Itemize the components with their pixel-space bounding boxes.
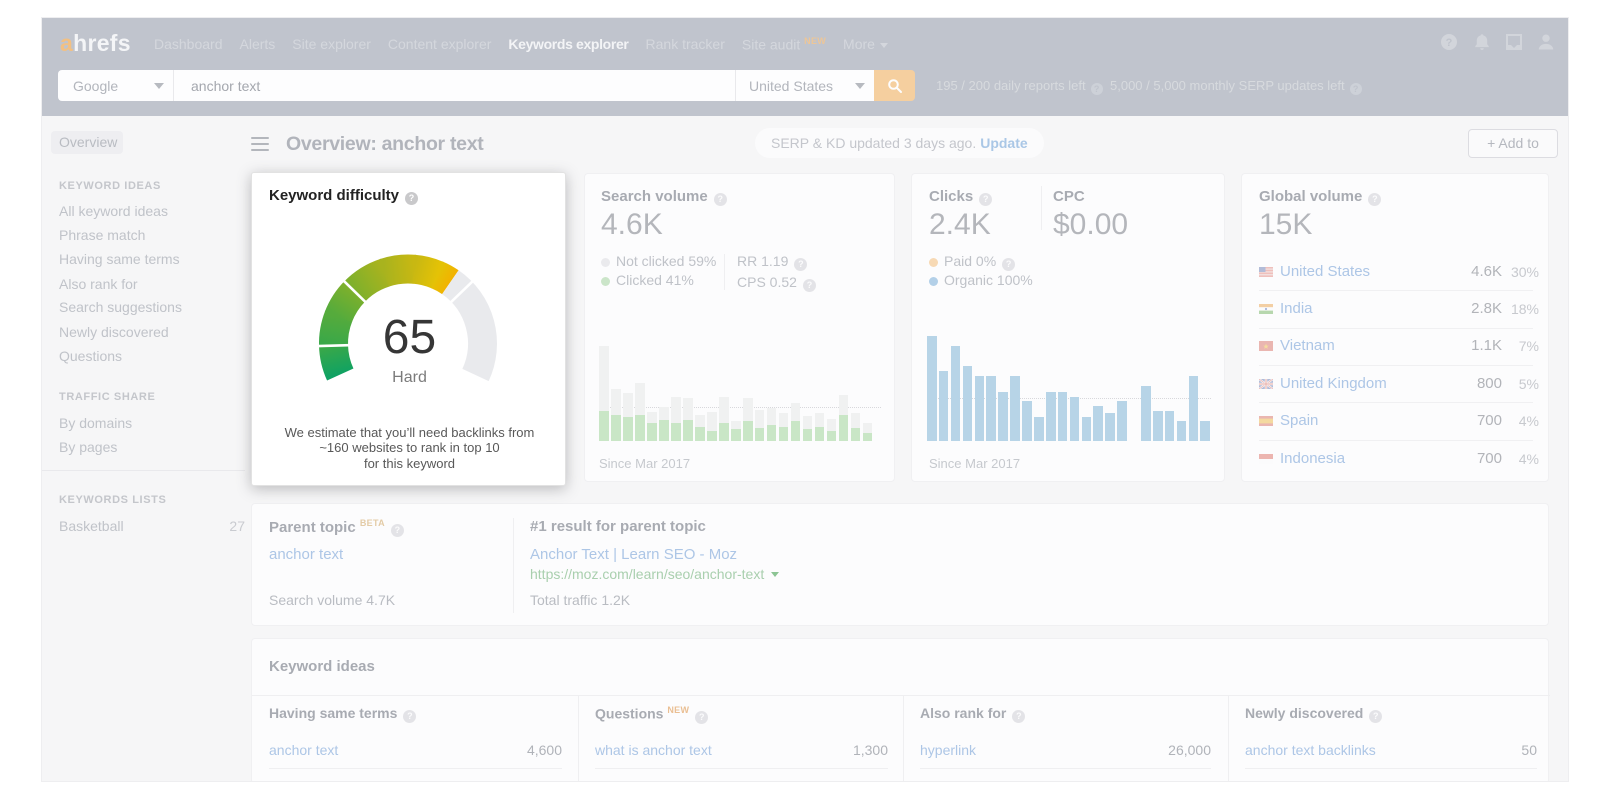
svg-text:?: ? xyxy=(1446,37,1453,49)
